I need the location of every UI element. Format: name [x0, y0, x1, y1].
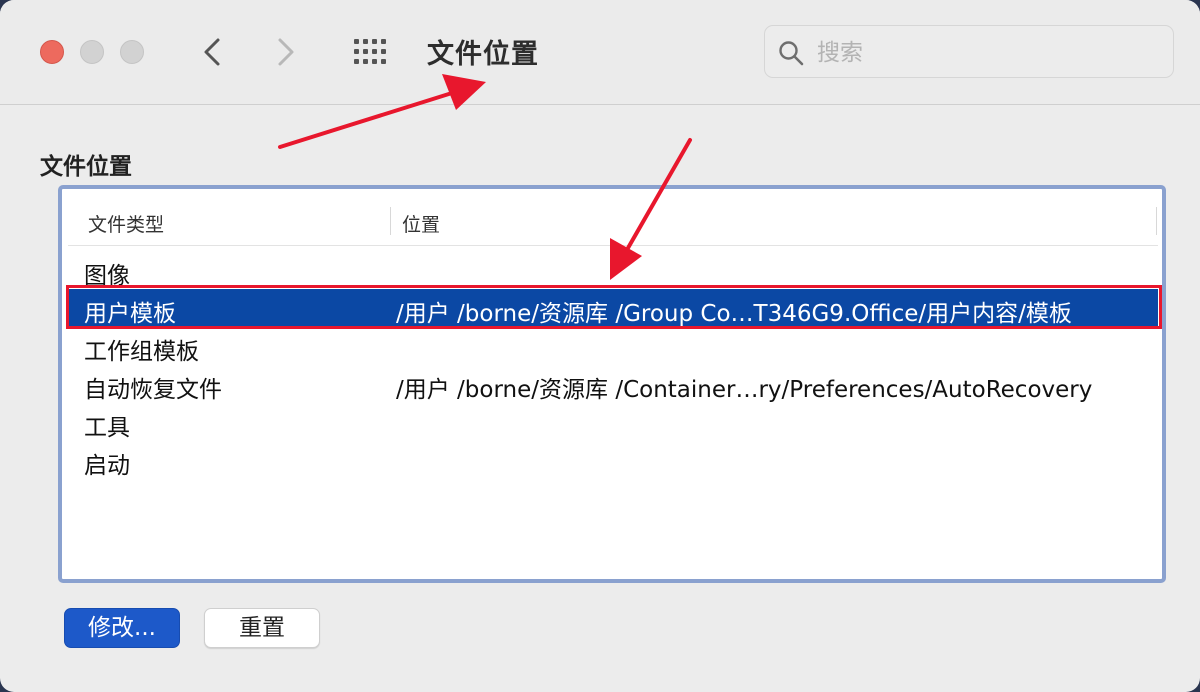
forward-button[interactable]: [268, 34, 304, 70]
file-type-cell: 启动: [84, 453, 130, 479]
file-type-cell: 用户模板: [84, 301, 176, 327]
minimize-button[interactable]: [80, 40, 104, 64]
search-input[interactable]: [815, 34, 1159, 72]
file-type-cell: 工作组模板: [84, 339, 199, 365]
preferences-window: 文件位置 文件位置 文件类型 位置 图像 用户模板 /用户 /b: [0, 0, 1200, 692]
window-title: 文件位置: [427, 39, 539, 70]
table-row-tools[interactable]: 工具: [68, 403, 1158, 441]
table-header: 文件类型 位置: [68, 195, 1158, 246]
show-all-grid-icon: [354, 39, 386, 64]
table-row-images[interactable]: 图像: [68, 251, 1158, 289]
show-all-button[interactable]: [350, 36, 394, 68]
title-bar: 文件位置: [0, 0, 1200, 105]
column-header-file-type[interactable]: 文件类型: [88, 210, 164, 237]
file-type-cell: 自动恢复文件: [84, 377, 222, 403]
back-button[interactable]: [196, 34, 232, 70]
file-locations-table[interactable]: 文件类型 位置 图像 用户模板 /用户 /borne/资源库 /Group Co…: [58, 185, 1166, 583]
table-row-workgroup-templates[interactable]: 工作组模板: [68, 327, 1158, 365]
table-row-autorecover[interactable]: 自动恢复文件 /用户 /borne/资源库 /Container…ry/Pref…: [68, 365, 1158, 403]
column-divider-end: [1156, 207, 1157, 235]
chevron-right-icon: [278, 38, 294, 66]
table-row-user-templates[interactable]: 用户模板 /用户 /borne/资源库 /Group Co…T346G9.Off…: [68, 289, 1158, 327]
location-cell: /用户 /borne/资源库 /Group Co…T346G9.Office/用…: [396, 301, 1072, 327]
modify-button[interactable]: 修改...: [64, 608, 180, 648]
column-header-location[interactable]: 位置: [402, 210, 440, 237]
reset-button[interactable]: 重置: [204, 608, 320, 648]
section-heading: 文件位置: [40, 154, 132, 180]
zoom-button[interactable]: [120, 40, 144, 64]
search-icon: [779, 41, 804, 66]
column-divider[interactable]: [390, 207, 391, 235]
file-type-cell: 图像: [84, 263, 130, 289]
location-cell: /用户 /borne/资源库 /Container…ry/Preferences…: [396, 377, 1093, 403]
table-row-startup[interactable]: 启动: [68, 441, 1158, 479]
chevron-left-icon: [204, 38, 220, 66]
file-type-cell: 工具: [84, 415, 130, 441]
search-field[interactable]: [764, 25, 1174, 78]
close-button[interactable]: [40, 40, 64, 64]
